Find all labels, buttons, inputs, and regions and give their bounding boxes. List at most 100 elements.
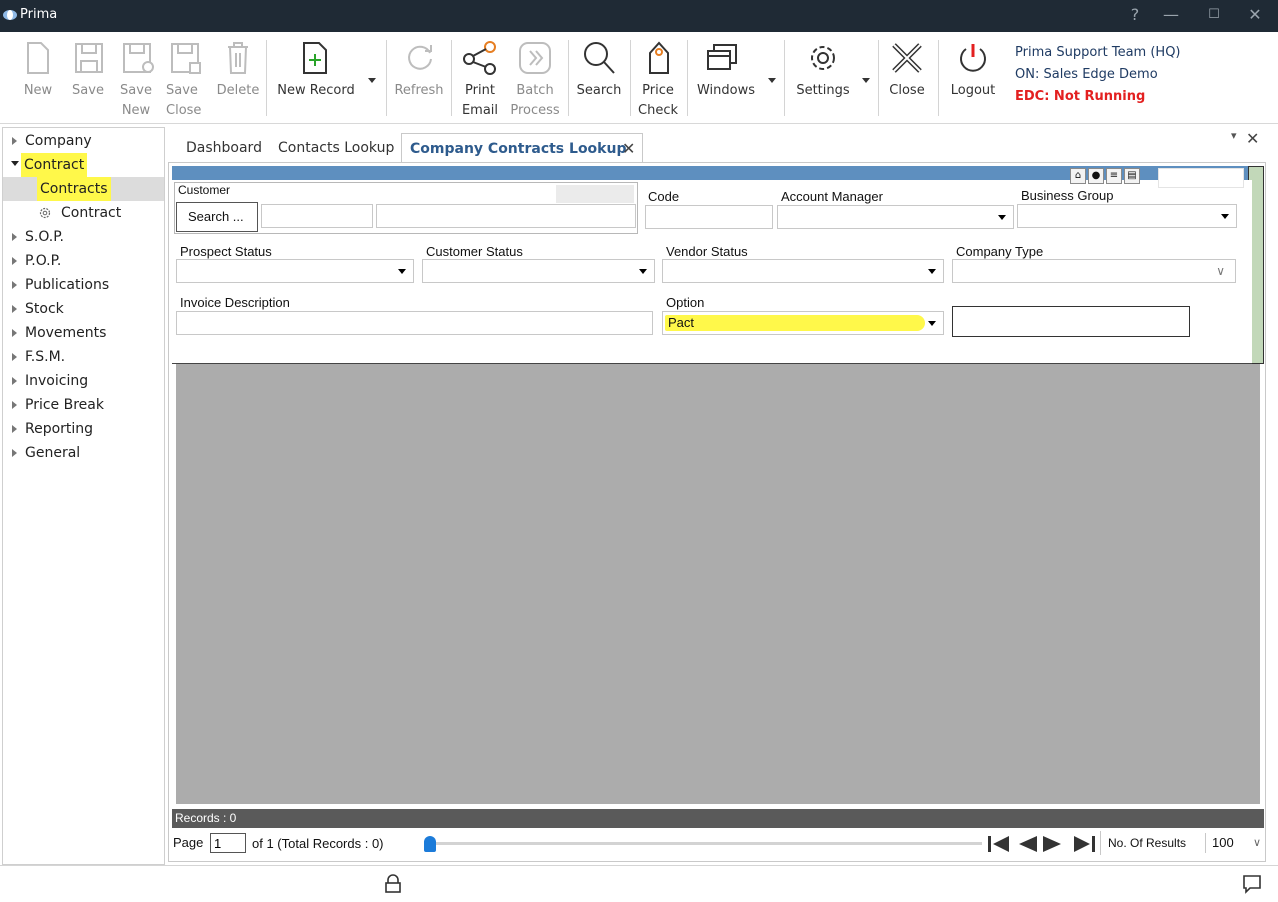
sidebar-item-contract-settings[interactable]: Contract <box>3 201 164 225</box>
sidebar-item-contract[interactable]: Contract <box>3 153 164 177</box>
document-tabs: Dashboard Contacts Lookup Company Contra… <box>168 127 1278 163</box>
results-grid[interactable] <box>176 364 1260 804</box>
tab-close-icon[interactable]: ✕ <box>622 134 635 164</box>
save-close-button[interactable]: Save Close <box>162 32 206 124</box>
page-total-text: of 1 (Total Records : 0) <box>252 836 384 851</box>
dropdown-arrow-icon <box>639 269 647 274</box>
ribbon-separator <box>687 40 688 116</box>
delete-button[interactable]: Delete <box>214 32 262 124</box>
filter-icon[interactable]: ▤ <box>1124 168 1140 184</box>
new-button[interactable]: New <box>16 32 60 124</box>
price-check-button[interactable]: Price Check <box>634 32 682 124</box>
ribbon-separator <box>630 40 631 116</box>
sidebar-item-general[interactable]: General <box>3 441 164 465</box>
expand-arrow-icon <box>12 449 17 457</box>
logout-button[interactable]: Logout <box>944 32 1002 124</box>
refresh-button[interactable]: Refresh <box>392 32 446 124</box>
save-button[interactable]: Save <box>66 32 110 124</box>
prospect-status-select[interactable] <box>176 259 414 283</box>
sidebar-item-stock[interactable]: Stock <box>3 297 164 321</box>
connection-status: ON: Sales Edge Demo <box>1015 67 1158 82</box>
sidebar-item-invoicing[interactable]: Invoicing <box>3 369 164 393</box>
batch-process-button[interactable]: Batch Process <box>508 32 562 124</box>
vendor-status-select[interactable] <box>662 259 944 283</box>
save-new-button[interactable]: Save New <box>114 32 158 124</box>
maximize-icon[interactable]: ☐ <box>1203 4 1225 26</box>
search-button[interactable]: Search <box>572 32 626 124</box>
results-label: No. Of Results <box>1108 836 1187 850</box>
user-icon[interactable]: ● <box>1088 168 1104 184</box>
page-slider-thumb[interactable] <box>424 836 436 852</box>
status-bar <box>0 865 1278 902</box>
sidebar-item-publications[interactable]: Publications <box>3 273 164 297</box>
previous-page-icon[interactable] <box>1018 836 1038 852</box>
prima-logo-icon <box>3 10 17 20</box>
customer-label: Customer <box>178 183 231 197</box>
tab-dashboard[interactable]: Dashboard <box>186 133 262 163</box>
sidebar-item-company[interactable]: Company <box>3 129 164 153</box>
help-icon[interactable]: ? <box>1124 4 1146 26</box>
customer-search-button[interactable]: Search ... <box>176 202 258 232</box>
windows-dropdown-icon[interactable] <box>768 78 776 83</box>
customer-name-input[interactable] <box>376 204 636 228</box>
panel-menu-icon[interactable]: ▾ <box>1231 129 1237 142</box>
option-select[interactable]: Pact <box>662 311 944 335</box>
windows-button[interactable]: Windows <box>692 32 778 124</box>
expand-arrow-icon <box>12 281 17 289</box>
sidebar-item-movements[interactable]: Movements <box>3 321 164 345</box>
lock-icon[interactable] <box>384 874 402 894</box>
page-label: Page <box>173 835 204 850</box>
next-page-icon[interactable] <box>1042 836 1062 852</box>
expand-arrow-icon <box>12 353 17 361</box>
company-type-select[interactable]: ∨ <box>952 259 1236 283</box>
eraser-icon[interactable]: ⌂ <box>1070 168 1086 184</box>
dropdown-arrow-icon <box>928 321 936 326</box>
sidebar-item-fsm[interactable]: F.S.M. <box>3 345 164 369</box>
settings-button[interactable]: Settings <box>790 32 874 124</box>
list-icon[interactable]: ≡ <box>1106 168 1122 184</box>
sidebar-item-price-break[interactable]: Price Break <box>3 393 164 417</box>
new-record-dropdown-icon[interactable] <box>368 78 376 83</box>
ribbon-separator <box>568 40 569 116</box>
price-tag-icon <box>649 41 669 74</box>
share-icon <box>463 41 496 75</box>
minimize-icon[interactable]: — <box>1160 4 1182 26</box>
title-bar: Prima ? — ☐ ✕ <box>0 0 1278 32</box>
ribbon-separator <box>878 40 879 116</box>
sidebar-item-reporting[interactable]: Reporting <box>3 417 164 441</box>
edc-status: EDC: Not Running <box>1015 89 1146 104</box>
sidebar-item-contracts[interactable]: Contracts <box>3 177 164 201</box>
invoice-description-input[interactable] <box>176 311 653 335</box>
panel-close-icon[interactable]: ✕ <box>1246 129 1259 148</box>
business-group-select[interactable] <box>1017 204 1237 228</box>
page-slider-track[interactable] <box>430 842 982 845</box>
customer-status-select[interactable] <box>422 259 655 283</box>
code-input[interactable] <box>645 205 773 229</box>
sidebar-item-sop[interactable]: S.O.P. <box>3 225 164 249</box>
customer-code-input[interactable] <box>261 204 373 228</box>
option-value: Pact <box>668 315 695 330</box>
expand-arrow-icon <box>12 257 17 265</box>
results-per-page-select[interactable]: 100 ∨ <box>1205 833 1265 853</box>
dropdown-arrow-icon <box>1221 214 1229 219</box>
expand-arrow-icon <box>12 305 17 313</box>
chat-icon[interactable] <box>1242 874 1262 894</box>
settings-dropdown-icon[interactable] <box>862 78 870 83</box>
tab-contacts-lookup[interactable]: Contacts Lookup <box>278 133 394 163</box>
new-record-button[interactable]: New Record <box>272 32 380 124</box>
ribbon-separator <box>266 40 267 116</box>
first-page-icon[interactable] <box>987 836 1011 852</box>
save-icon <box>75 43 103 73</box>
window-close-icon[interactable]: ✕ <box>1244 4 1266 26</box>
dropdown-arrow-icon <box>398 269 406 274</box>
tab-company-contracts-lookup[interactable]: Company Contracts Lookup ✕ <box>401 133 643 163</box>
account-manager-select[interactable] <box>777 205 1014 229</box>
option-extra-input[interactable] <box>952 306 1190 337</box>
print-email-button[interactable]: Print Email <box>456 32 504 124</box>
close-x-icon <box>892 43 922 73</box>
sidebar-item-pop[interactable]: P.O.P. <box>3 249 164 273</box>
last-page-icon[interactable] <box>1072 836 1096 852</box>
quick-search-input[interactable] <box>1158 168 1244 188</box>
close-button[interactable]: Close <box>882 32 932 124</box>
page-number-input[interactable] <box>210 833 246 853</box>
